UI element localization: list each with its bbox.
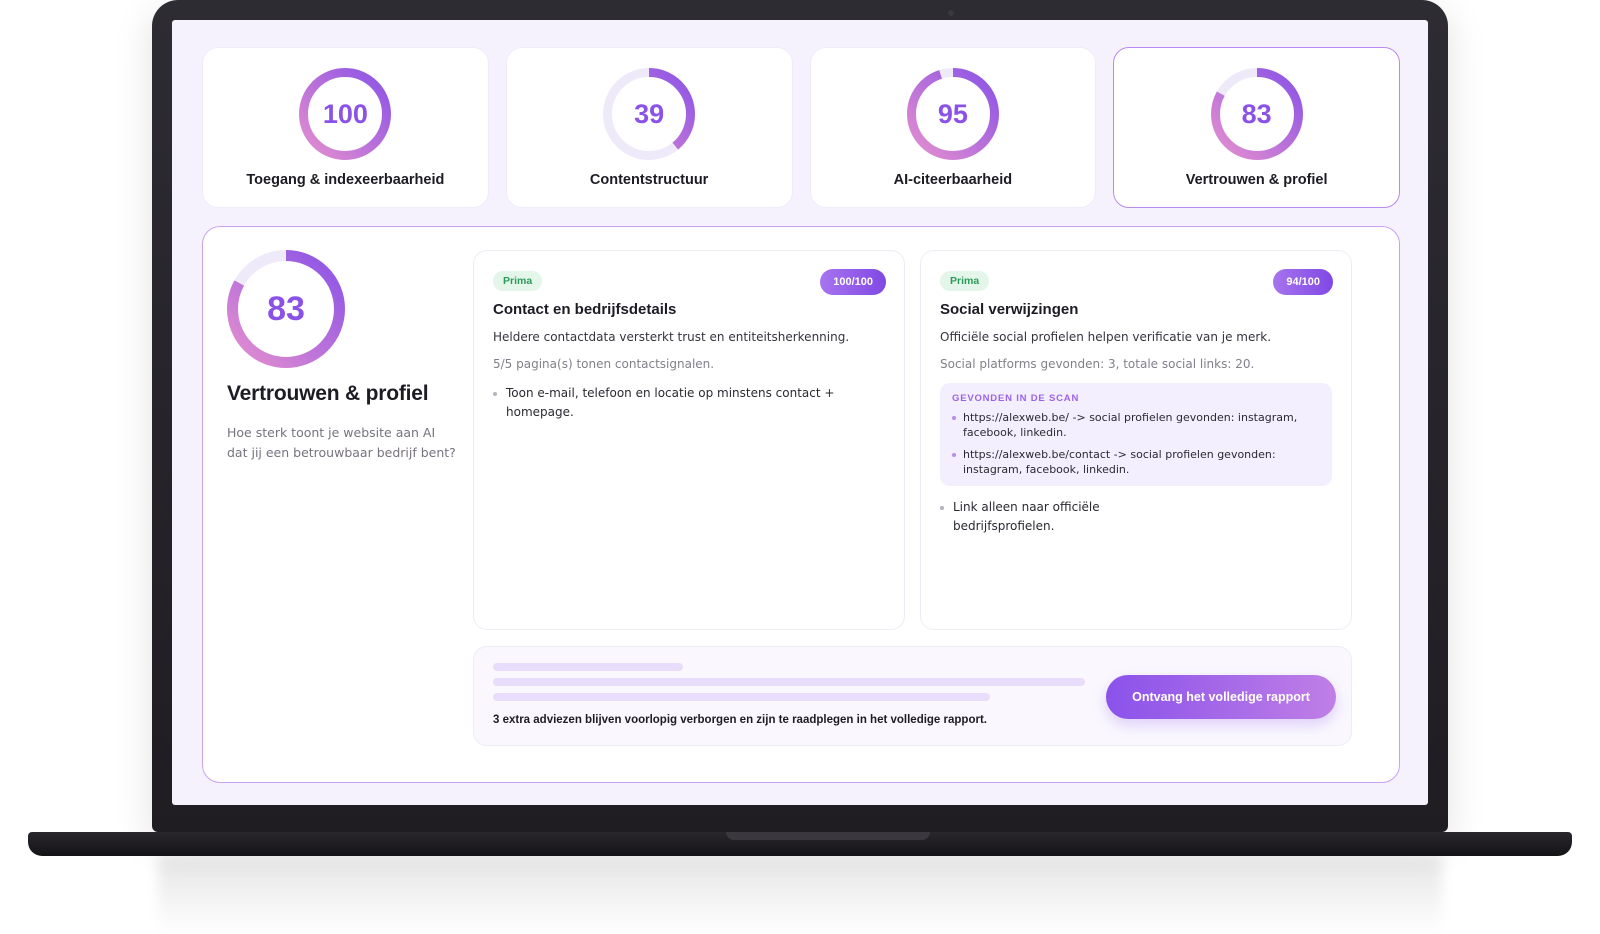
- check-title: Social verwijzingen: [940, 301, 1079, 318]
- status-badge: Prima: [940, 271, 990, 291]
- score-value: 83: [1241, 98, 1272, 129]
- score-cards: 100 Toegang & indexeerbaarheid 39 Conten…: [202, 47, 1400, 208]
- score-card-content[interactable]: 39 Contentstructuur: [505, 47, 793, 208]
- detail-score-value: 83: [267, 289, 305, 328]
- detail-description: Hoe sterk toont je website aan AI dat ji…: [227, 425, 456, 460]
- laptop-mockup: 100 Toegang & indexeerbaarheid 39 Conten…: [0, 0, 1600, 934]
- score-ring: 39: [603, 68, 696, 160]
- scan-finding-item: https://alexweb.be/contact -> social pro…: [952, 447, 1320, 477]
- locked-advice-text: 3 extra adviezen blijven voorlopig verbo…: [493, 714, 987, 726]
- score-card-label: Vertrouwen & profiel: [1185, 172, 1328, 188]
- score-pill: 94/100: [1273, 269, 1333, 295]
- score-card-label: Toegang & indexeerbaarheid: [246, 172, 445, 188]
- check-card-social: Prima 94/100 Social verwijzingen Officië…: [920, 250, 1352, 630]
- score-ring: 95: [906, 68, 999, 160]
- tip-list: Toon e-mail, telefoon en locatie op mins…: [493, 384, 885, 422]
- scan-findings-list: https://alexweb.be/ -> social profielen …: [952, 410, 1320, 477]
- check-text: Heldere contactdata versterkt trust en e…: [493, 330, 850, 344]
- skeleton-line: [493, 693, 990, 701]
- score-pill: 100/100: [820, 269, 886, 295]
- score-card-ai-citation[interactable]: 95 AI-citeerbaarheid: [809, 47, 1097, 208]
- tip-item: Toon e-mail, telefoon en locatie op mins…: [493, 384, 885, 422]
- check-text: Officiële social profielen helpen verifi…: [940, 330, 1272, 344]
- score-card-label: AI-citeerbaarheid: [893, 172, 1013, 188]
- skeleton-line: [493, 678, 1085, 686]
- camera-dot: [948, 10, 954, 16]
- full-report-button[interactable]: Ontvang het volledige rapport: [1106, 675, 1336, 719]
- tip-list: Link alleen naar officiële bedrijfsprofi…: [940, 498, 1115, 536]
- detail-score-ring: 83: [227, 250, 345, 368]
- check-title: Contact en bedrijfsdetails: [493, 301, 677, 318]
- score-card-label: Contentstructuur: [589, 172, 709, 188]
- score-card-access[interactable]: 100 Toegang & indexeerbaarheid: [202, 47, 489, 208]
- score-value: 39: [634, 98, 665, 129]
- status-badge: Prima: [493, 271, 543, 291]
- laptop-notch: [726, 832, 930, 840]
- locked-advice-banner: 3 extra adviezen blijven voorlopig verbo…: [473, 646, 1352, 746]
- score-ring: 100: [299, 68, 392, 160]
- scan-finding-item: https://alexweb.be/ -> social profielen …: [952, 410, 1320, 440]
- tip-item: Link alleen naar officiële bedrijfsprofi…: [940, 498, 1115, 536]
- scan-findings: GEVONDEN IN DE SCAN https://alexweb.be/ …: [940, 383, 1332, 486]
- detail-panel: 83 Vertrouwen & profiel Hoe sterk toont …: [202, 226, 1400, 783]
- check-meta: 5/5 pagina(s) tonen contactsignalen.: [493, 357, 715, 371]
- check-meta: Social platforms gevonden: 3, totale soc…: [940, 357, 1255, 371]
- scan-findings-title: GEVONDEN IN DE SCAN: [952, 393, 1080, 404]
- score-card-trust[interactable]: 83 Vertrouwen & profiel: [1113, 47, 1400, 208]
- laptop-screen: 100 Toegang & indexeerbaarheid 39 Conten…: [172, 20, 1428, 805]
- skeleton-line: [493, 663, 683, 671]
- score-ring: 83: [1210, 68, 1303, 160]
- score-value: 100: [322, 98, 368, 129]
- laptop-base: [28, 832, 1572, 856]
- detail-title: Vertrouwen & profiel: [227, 382, 429, 405]
- check-card-contact: Prima 100/100 Contact en bedrijfsdetails…: [473, 250, 905, 630]
- laptop-shadow: [158, 856, 1442, 934]
- score-value: 95: [937, 98, 968, 129]
